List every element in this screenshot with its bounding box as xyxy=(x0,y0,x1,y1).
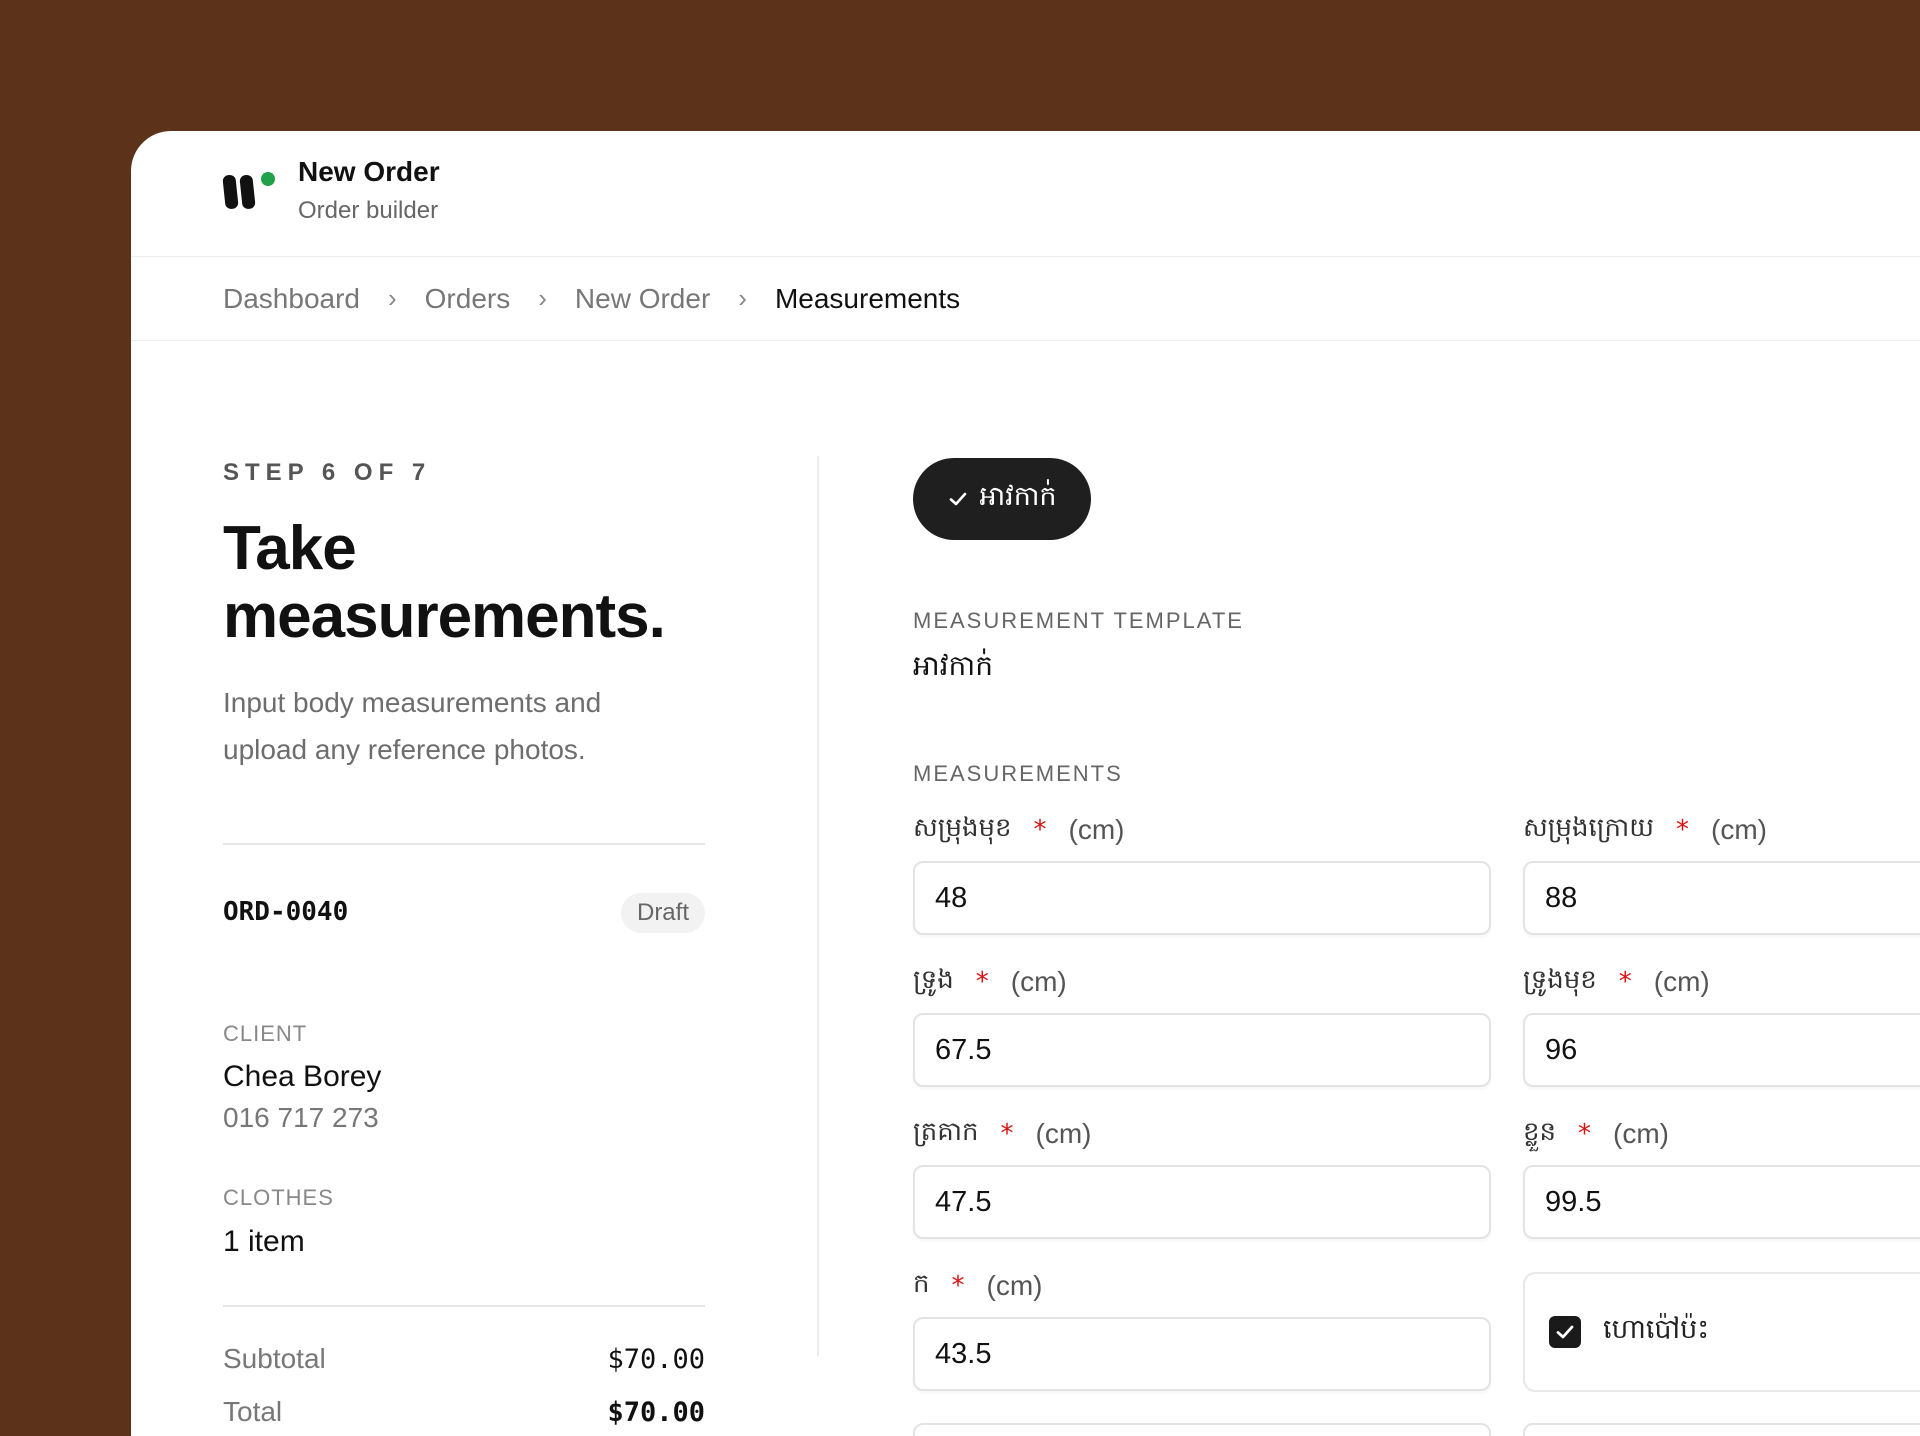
order-id: ORD-0040 xyxy=(223,897,349,927)
breadcrumb-orders[interactable]: Orders xyxy=(425,283,511,315)
app-window: New Order Order builder Dashboard › Orde… xyxy=(131,131,1920,1436)
field-label-text: ក xyxy=(913,1269,930,1299)
field-label-text: ទ្រូង xyxy=(913,965,954,995)
check-icon xyxy=(1556,1325,1574,1339)
required-mark: * xyxy=(1000,1119,1014,1149)
field-label: សម្រុងមុខ * (cm) xyxy=(913,811,1125,849)
page-description: Input body measurements and upload any r… xyxy=(223,687,602,765)
page-title-line2: measurements. xyxy=(223,582,666,651)
template-chip-label: អាវកាក់ xyxy=(979,480,1057,512)
template-chip-selected[interactable]: អាវកាក់ xyxy=(913,458,1091,540)
field-label: ត្រគាក * (cm) xyxy=(913,1115,1092,1153)
field-label-text: ទ្រូងមុខ xyxy=(1523,965,1597,995)
template-section-label: MEASUREMENT TEMPLATE xyxy=(913,608,1244,633)
measurements-section-label: MEASUREMENTS xyxy=(913,761,1123,786)
field-label-text: ខ្លួន xyxy=(1523,1117,1557,1147)
clothes-label: CLOTHES xyxy=(223,1185,334,1210)
measurement-input[interactable] xyxy=(1523,1423,1920,1436)
required-mark: * xyxy=(975,967,989,997)
required-mark: * xyxy=(951,1271,965,1301)
client-name: Chea Borey xyxy=(223,1060,382,1093)
measurement-input[interactable]: 47.5 xyxy=(913,1165,1491,1239)
page-title: Take measurements. xyxy=(223,514,666,651)
clothes-count: 1 item xyxy=(223,1225,305,1258)
measurement-input[interactable]: 48 xyxy=(913,861,1491,935)
template-value: អាវកាក់ xyxy=(913,649,993,682)
subtotal-label: Subtotal xyxy=(223,1343,326,1374)
page-title-line1: Take xyxy=(223,514,357,583)
status-badge: Draft xyxy=(620,893,705,933)
app-header: New Order Order builder xyxy=(131,131,1920,257)
unit-label: (cm) xyxy=(986,1270,1043,1301)
divider xyxy=(223,843,705,845)
measurement-input[interactable]: 96 xyxy=(1523,1013,1920,1087)
field-label: ទ្រូងមុខ * (cm) xyxy=(1523,963,1710,1001)
field-label: ទ្រូង * (cm) xyxy=(913,963,1067,1001)
app-subtitle: Order builder xyxy=(298,197,439,224)
breadcrumb-chevron-icon: › xyxy=(387,283,397,313)
client-label: CLIENT xyxy=(223,1021,308,1046)
required-mark: * xyxy=(1033,815,1047,845)
checkbox-checked[interactable] xyxy=(1549,1316,1581,1348)
required-mark: * xyxy=(1676,815,1690,845)
breadcrumb-dashboard[interactable]: Dashboard xyxy=(223,283,360,315)
breadcrumb-new-order[interactable]: New Order xyxy=(575,283,710,315)
breadcrumb-chevron-icon: › xyxy=(538,283,547,313)
field-label: ក * (cm) xyxy=(913,1267,1043,1305)
unit-label: (cm) xyxy=(1068,814,1125,845)
required-mark: * xyxy=(1618,967,1632,997)
measurement-input[interactable]: 43.5 xyxy=(913,1317,1491,1391)
field-label: សម្រុងក្រោយ * (cm) xyxy=(1523,811,1767,849)
app-title: New Order xyxy=(298,156,440,187)
required-mark: * xyxy=(1578,1119,1592,1149)
breadcrumb-chevron-icon: › xyxy=(738,283,747,313)
unit-label: (cm) xyxy=(1653,966,1710,997)
unit-label: (cm) xyxy=(1010,966,1067,997)
column-divider xyxy=(817,456,819,1356)
total-label: Total xyxy=(223,1396,283,1427)
measurement-input[interactable]: 88 xyxy=(1523,861,1920,935)
field-label-text: ត្រគាក xyxy=(913,1117,979,1147)
unit-label: (cm) xyxy=(1613,1118,1669,1149)
pocket-option-card[interactable]: ហោប៉ៅប៉ះ xyxy=(1523,1272,1920,1392)
total-row: Total $70.00 xyxy=(223,1396,705,1428)
checkbox-label: ហោប៉ៅប៉ះ xyxy=(1603,1313,1710,1345)
check-icon xyxy=(950,492,967,506)
unit-label: (cm) xyxy=(1035,1118,1092,1149)
subtotal-row: Subtotal $70.00 xyxy=(223,1343,705,1375)
unit-label: (cm) xyxy=(1711,814,1767,845)
subtotal-value: $70.00 xyxy=(607,1344,705,1375)
measurement-input[interactable]: 99.5 xyxy=(1523,1165,1920,1239)
breadcrumb-measurements: Measurements xyxy=(774,282,961,314)
measurement-input[interactable]: 67.5 xyxy=(913,1013,1491,1087)
total-value: $70.00 xyxy=(607,1397,705,1428)
step-indicator: STEP 6 OF 7 xyxy=(223,459,432,486)
breadcrumb: Dashboard › Orders › New Order › Measure… xyxy=(131,257,1920,341)
divider xyxy=(223,1305,705,1307)
field-label-text: សម្រុងក្រោយ xyxy=(1523,813,1655,843)
app-logo-icon xyxy=(222,172,275,209)
field-label-text: សម្រុងមុខ xyxy=(913,813,1012,843)
measurement-input[interactable] xyxy=(913,1423,1491,1436)
field-label: ខ្លួន * (cm) xyxy=(1523,1115,1669,1153)
client-phone: 016 717 273 xyxy=(223,1102,379,1133)
